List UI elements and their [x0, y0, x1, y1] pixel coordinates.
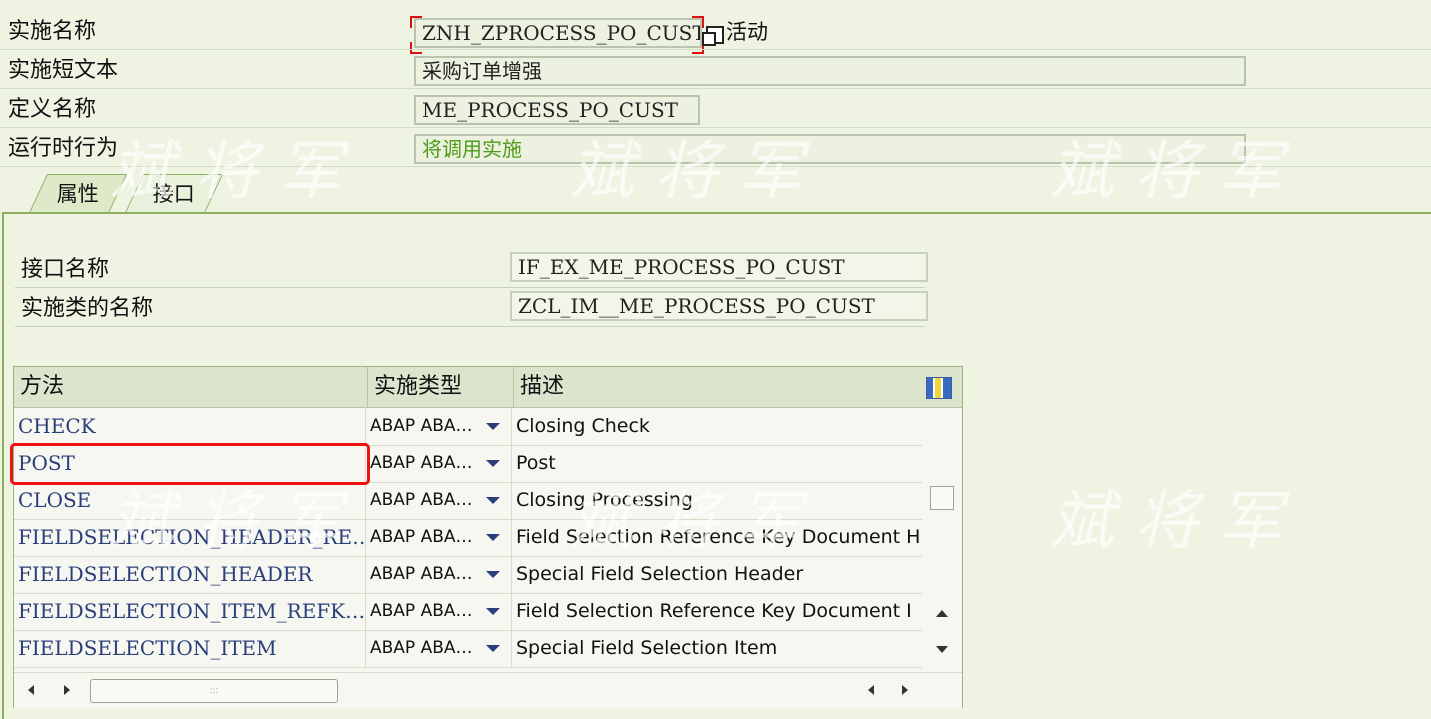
method-cell[interactable]: CLOSE — [14, 482, 366, 519]
dropdown-arrow-icon[interactable] — [486, 571, 500, 578]
highlight-post-row — [10, 443, 370, 485]
horizontal-scrollbar[interactable]: ::: — [14, 672, 962, 708]
description-cell: Post — [516, 452, 556, 474]
scroll-up-icon[interactable] — [936, 610, 948, 617]
short-text-label: 实施短文本 — [8, 58, 119, 83]
impl-type-cell[interactable]: ABAP ABA… — [368, 593, 512, 630]
method-cell[interactable]: FIELDSELECTION_HEADER_RE… — [14, 519, 366, 556]
row-interface-name: 接口名称 IF_EX_ME_PROCESS_PO_CUST — [15, 252, 928, 288]
impl-type-value: ABAP ABA… — [370, 416, 473, 436]
vertical-scrollbar[interactable] — [924, 408, 960, 672]
dropdown-arrow-icon[interactable] — [486, 645, 500, 652]
impl-status: 活动 — [726, 20, 768, 44]
table-row[interactable]: FIELDSELECTION_HEADER ABAP ABA… Special … — [14, 556, 922, 594]
short-text-field[interactable]: 采购订单增强 — [414, 56, 1246, 86]
table-row[interactable]: FIELDSELECTION_ITEM ABAP ABA… Special Fi… — [14, 630, 922, 668]
impl-type-value: ABAP ABA… — [370, 453, 473, 473]
column-header-impl-type[interactable]: 实施类型 — [368, 367, 514, 407]
row-def-name: 定义名称 ME_PROCESS_PO_CUST — [0, 92, 1431, 128]
impl-class-label: 实施类的名称 — [21, 296, 154, 321]
runtime-field[interactable]: 将调用实施 — [414, 134, 1246, 164]
impl-type-value: ABAP ABA… — [370, 564, 473, 584]
table-row[interactable]: FIELDSELECTION_HEADER_RE… ABAP ABA… Fiel… — [14, 519, 922, 557]
focus-corner-tl — [410, 16, 422, 28]
divider — [15, 326, 925, 327]
table-row[interactable]: CHECK ABAP ABA… Closing Check — [14, 408, 922, 446]
row-short-text: 实施短文本 采购订单增强 — [0, 53, 1431, 89]
description-cell: Closing Check — [516, 415, 650, 437]
method-cell[interactable]: CHECK — [14, 408, 366, 445]
methods-grid: 方法 实施类型 描述 CHECK ABAP ABA… Closing Check… — [13, 366, 963, 708]
divider — [0, 49, 1431, 50]
divider — [0, 88, 1431, 89]
horizontal-scroll-thumb[interactable]: ::: — [90, 679, 338, 703]
tab-interface-label: 接口 — [152, 182, 195, 206]
impl-type-value: ABAP ABA… — [370, 527, 473, 547]
impl-type-cell[interactable]: ABAP ABA… — [368, 519, 512, 556]
copy-icon[interactable] — [702, 26, 724, 46]
tab-strip: 属性 接口 — [0, 174, 400, 214]
impl-type-cell[interactable]: ABAP ABA… — [368, 556, 512, 593]
tab-attributes[interactable]: 属性 — [28, 174, 128, 213]
description-cell: Closing Processing — [516, 489, 693, 511]
dropdown-arrow-icon[interactable] — [486, 608, 500, 615]
row-impl-class: 实施类的名称 ZCL_IM__ME_PROCESS_PO_CUST — [15, 291, 928, 327]
dropdown-arrow-icon[interactable] — [486, 423, 500, 430]
scroll-down-icon[interactable] — [936, 646, 948, 653]
dropdown-arrow-icon[interactable] — [486, 460, 500, 467]
tab-interface[interactable]: 接口 — [124, 174, 224, 213]
focus-corner-tr — [692, 16, 704, 28]
row-runtime: 运行时行为 将调用实施 — [0, 131, 1431, 167]
interface-name-label: 接口名称 — [21, 257, 110, 282]
column-header-method[interactable]: 方法 — [14, 367, 368, 407]
grid-header: 方法 实施类型 描述 — [14, 367, 962, 408]
scroll-left-icon[interactable] — [868, 685, 874, 695]
description-cell: Field Selection Reference Key Document I — [516, 600, 912, 622]
impl-type-value: ABAP ABA… — [370, 490, 473, 510]
runtime-label: 运行时行为 — [8, 136, 119, 161]
impl-type-value: ABAP ABA… — [370, 601, 473, 621]
scroll-left-icon[interactable] — [28, 685, 34, 695]
impl-type-cell[interactable]: ABAP ABA… — [368, 408, 512, 445]
impl-name-label: 实施名称 — [8, 19, 97, 44]
scroll-right-icon[interactable] — [64, 685, 70, 695]
interface-name-field[interactable]: IF_EX_ME_PROCESS_PO_CUST — [510, 252, 928, 282]
method-cell[interactable]: FIELDSELECTION_ITEM_REFK… — [14, 593, 366, 630]
dropdown-arrow-icon[interactable] — [486, 534, 500, 541]
vertical-scroll-thumb[interactable] — [930, 486, 954, 510]
row-impl-name: 实施名称 ZNH_ZPROCESS_PO_CUST 活动 — [0, 14, 1431, 54]
description-cell: Field Selection Reference Key Document H — [516, 526, 921, 548]
divider — [15, 287, 925, 288]
method-cell[interactable]: FIELDSELECTION_ITEM — [14, 630, 366, 667]
impl-name-field[interactable]: ZNH_ZPROCESS_PO_CUST — [414, 18, 702, 48]
table-row[interactable]: CLOSE ABAP ABA… Closing Processing — [14, 482, 922, 520]
tab-attributes-label: 属性 — [56, 182, 99, 206]
def-name-label: 定义名称 — [8, 97, 97, 122]
column-header-description[interactable]: 描述 — [514, 367, 924, 407]
impl-type-cell[interactable]: ABAP ABA… — [368, 482, 512, 519]
impl-type-value: ABAP ABA… — [370, 638, 473, 658]
impl-class-field[interactable]: ZCL_IM__ME_PROCESS_PO_CUST — [510, 291, 928, 321]
divider — [0, 127, 1431, 128]
impl-type-cell[interactable]: ABAP ABA… — [368, 445, 512, 482]
method-cell[interactable]: FIELDSELECTION_HEADER — [14, 556, 366, 593]
table-row[interactable]: FIELDSELECTION_ITEM_REFK… ABAP ABA… Fiel… — [14, 593, 922, 631]
description-cell: Special Field Selection Item — [516, 637, 778, 659]
dropdown-arrow-icon[interactable] — [486, 497, 500, 504]
layout-settings-icon[interactable] — [926, 377, 952, 399]
divider — [0, 166, 1431, 167]
def-name-field[interactable]: ME_PROCESS_PO_CUST — [414, 95, 700, 125]
scroll-right-icon[interactable] — [902, 685, 908, 695]
description-cell: Special Field Selection Header — [516, 563, 804, 585]
impl-type-cell[interactable]: ABAP ABA… — [368, 630, 512, 667]
